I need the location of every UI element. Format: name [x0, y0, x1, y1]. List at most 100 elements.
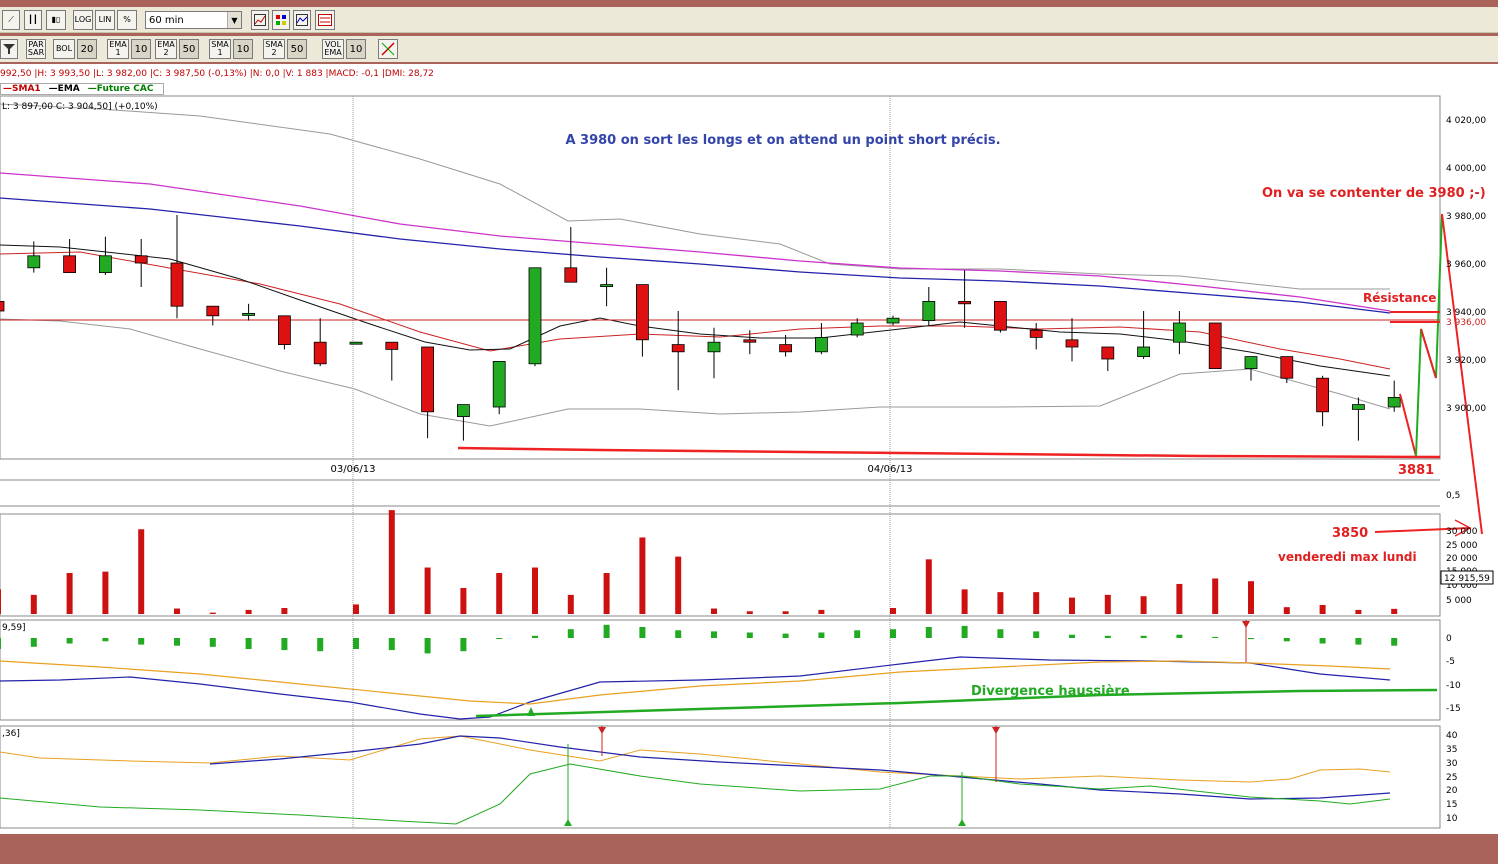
candle-body[interactable]	[994, 300, 1007, 331]
candle-body[interactable]	[886, 317, 900, 324]
ema1-period[interactable]: 10	[131, 39, 151, 59]
volume-panel	[0, 513, 1441, 617]
lin-scale-button[interactable]: LIN	[95, 10, 115, 30]
candle-body[interactable]	[671, 344, 685, 353]
volume-bar	[102, 571, 109, 614]
candle-body[interactable]	[1101, 346, 1115, 360]
candle-body[interactable]	[1208, 322, 1222, 369]
chart-area[interactable]: 03/06/13 04/06/13 4 020,00 4 000,00 3 98…	[0, 64, 1498, 834]
sma1-button[interactable]: SMA 1	[209, 39, 231, 59]
volume-tick: 5 000	[1446, 596, 1472, 606]
candle-body[interactable]	[206, 305, 220, 317]
candlestick-icon[interactable]: ▮▯	[46, 10, 66, 30]
target-annotation: On va se contenter de 3980 ;-)	[1262, 186, 1486, 201]
log-scale-button[interactable]: LOG	[73, 10, 93, 30]
volume-bar	[1033, 592, 1040, 614]
parabolic-sar-button[interactable]: PAR SAR	[26, 39, 46, 59]
candle-body[interactable]	[63, 255, 76, 274]
candle-body[interactable]	[27, 255, 41, 269]
dmi-label: ,36]	[2, 729, 20, 739]
volume-bar	[388, 510, 395, 614]
candle-body[interactable]	[385, 341, 399, 350]
sma2-button[interactable]: SMA 2	[263, 39, 285, 59]
period-select[interactable]: 60 min ▼	[145, 11, 242, 29]
volume-bar	[460, 588, 467, 614]
funnel-icon[interactable]	[0, 39, 18, 59]
candle-body[interactable]	[277, 315, 291, 346]
macd-bar	[388, 638, 395, 651]
candle-body[interactable]	[743, 339, 757, 343]
bar-chart-icon[interactable]: ┃┃	[24, 10, 42, 30]
volume-bar	[1248, 581, 1254, 614]
candle-body[interactable]	[313, 341, 327, 365]
macd-bar	[174, 638, 180, 646]
candle-body[interactable]	[1387, 396, 1401, 408]
candle-body[interactable]	[922, 300, 936, 321]
volume-ema-period[interactable]: 10	[346, 39, 366, 59]
candle-body[interactable]	[528, 267, 542, 365]
candle-body[interactable]	[492, 360, 506, 408]
volume-bar	[1355, 609, 1362, 614]
volume-bar	[1283, 607, 1290, 614]
bollinger-button[interactable]: BOL	[53, 39, 75, 59]
price-tick: 3 980,00	[1446, 212, 1486, 222]
ema2-button[interactable]: EMA 2	[155, 39, 177, 59]
macd-bar	[639, 627, 646, 638]
candle-body[interactable]	[600, 284, 613, 288]
color-grid-icon[interactable]	[272, 10, 290, 30]
candle-body[interactable]	[1244, 356, 1258, 370]
news-icon[interactable]	[315, 10, 335, 30]
candle-body[interactable]	[1029, 329, 1043, 338]
price-chart[interactable]: 03/06/13 04/06/13 4 020,00 4 000,00 3 98…	[0, 64, 1498, 834]
candle-body[interactable]	[170, 262, 184, 307]
candle-body[interactable]	[636, 284, 649, 341]
volume-ema-button[interactable]: VOL EMA	[322, 39, 344, 59]
candle-body[interactable]	[1065, 339, 1079, 348]
volume-bar	[1212, 578, 1219, 614]
percent-scale-button[interactable]: %	[117, 10, 137, 30]
zoom-chart-icon[interactable]	[251, 10, 269, 30]
candle-body[interactable]	[958, 300, 971, 305]
candle-body[interactable]	[1280, 356, 1294, 379]
line-chart-icon[interactable]: ⟋	[2, 10, 20, 30]
chevron-down-icon[interactable]: ▼	[227, 12, 241, 28]
legend-item-ema[interactable]: —EMA	[49, 84, 84, 94]
dmi-tick: 25	[1446, 773, 1457, 783]
candle-body[interactable]	[850, 322, 864, 336]
candle-body[interactable]	[707, 341, 721, 353]
macd-bar	[1212, 636, 1219, 638]
candle-body[interactable]	[779, 344, 792, 353]
ema1-button[interactable]: EMA 1	[107, 39, 129, 59]
candle-body[interactable]	[421, 346, 435, 413]
candle-body[interactable]	[134, 255, 148, 264]
candle-body[interactable]	[242, 312, 256, 316]
volume-bar	[424, 567, 431, 614]
candle-body[interactable]	[1352, 404, 1365, 410]
sma2-period[interactable]: 50	[287, 39, 307, 59]
candle-body[interactable]	[1316, 377, 1329, 413]
bollinger-period[interactable]: 20	[77, 39, 97, 59]
candle-body[interactable]	[1137, 346, 1150, 358]
compare-chart-icon[interactable]	[293, 10, 311, 30]
resistance-price-label: 3 936,00	[1446, 318, 1486, 328]
candle-body[interactable]	[99, 255, 112, 274]
volume-bar	[782, 611, 789, 614]
price-info-line: 992,50 |H: 3 993,50 |L: 3 982,00 |C: 3 9…	[0, 69, 434, 79]
macd-bar	[281, 638, 288, 651]
candle-body[interactable]	[1173, 322, 1186, 343]
price-tick: 4 020,00	[1446, 116, 1486, 126]
ema2-period[interactable]: 50	[179, 39, 199, 59]
candle-body[interactable]	[815, 336, 828, 353]
date-label: 03/06/13	[331, 464, 376, 475]
sma1-period[interactable]: 10	[233, 39, 253, 59]
candle-body[interactable]	[349, 341, 363, 345]
candle-body[interactable]	[0, 300, 5, 312]
bottom-frame	[0, 834, 1498, 864]
legend-item-future-cac[interactable]: —Future CAC	[88, 84, 158, 94]
candle-body[interactable]	[564, 267, 578, 283]
drawing-tool-icon[interactable]	[378, 39, 398, 59]
legend-item-sma1[interactable]: —SMA1	[3, 84, 45, 94]
macd-bar	[532, 635, 538, 638]
candle-body[interactable]	[456, 404, 470, 418]
macd-bar	[138, 638, 145, 645]
